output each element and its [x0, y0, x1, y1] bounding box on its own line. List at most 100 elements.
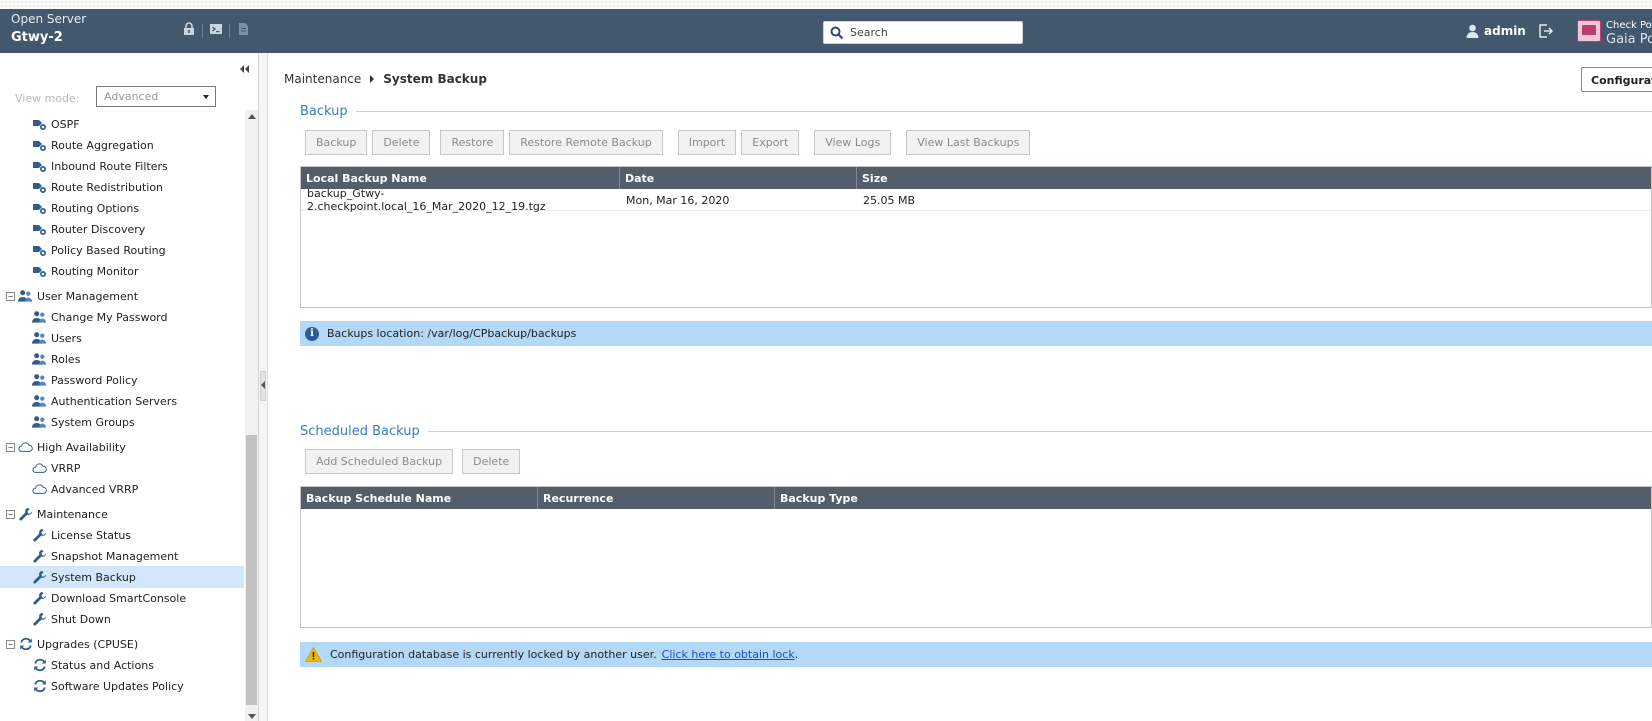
- collapse-toggle-icon[interactable]: −: [6, 509, 15, 519]
- sidebar-item-label: Policy Based Routing: [51, 243, 166, 257]
- sidebar-item-users[interactable]: Users: [0, 327, 244, 349]
- sidebar-item-upgrades-cpuse[interactable]: − Upgrades (CPUSE): [0, 633, 244, 655]
- table-cell: Mon, Mar 16, 2020: [626, 193, 730, 207]
- navigation-tree: OSPF Route Aggregation Inbound Route Filte…: [0, 110, 244, 721]
- terminal-icon[interactable]: [209, 22, 223, 39]
- scheduled-table: Backup Schedule Name Recurrence Backup Typ…: [300, 486, 1652, 628]
- column-header-local-backup-name[interactable]: Local Backup Name: [301, 167, 620, 189]
- sidebar-item-change-my-password[interactable]: Change My Password: [0, 306, 244, 328]
- view-logs-button[interactable]: View Logs: [814, 130, 892, 155]
- sidebar-item-download-smartconsole[interactable]: Download SmartConsole: [0, 587, 244, 609]
- user-menu[interactable]: admin: [1466, 24, 1526, 38]
- sidebar: View mode: Advanced OSPF Route Aggregatio…: [0, 53, 259, 721]
- column-header-backup-schedule-name[interactable]: Backup Schedule Name: [301, 487, 538, 509]
- sidebar-scrollbar[interactable]: [245, 110, 258, 721]
- sidebar-item-routing-options[interactable]: Routing Options: [0, 197, 244, 219]
- delete-button[interactable]: Delete: [372, 130, 431, 155]
- sidebar-item-user-management[interactable]: − User Management: [0, 285, 244, 307]
- users-icon: [32, 352, 47, 367]
- sidebar-item-label: Maintenance: [37, 507, 108, 521]
- lock-icon[interactable]: [182, 22, 196, 39]
- search-input[interactable]: [848, 24, 1018, 41]
- sidebar-item-routing-monitor[interactable]: Routing Monitor: [0, 260, 244, 282]
- scroll-down-icon[interactable]: [248, 714, 256, 719]
- sidebar-item-ospf[interactable]: OSPF: [0, 113, 244, 135]
- scheduled-section-title: Scheduled Backup: [300, 424, 428, 439]
- warning-icon: [305, 647, 322, 662]
- breadcrumb-current: System Backup: [383, 72, 487, 86]
- sidebar-item-password-policy[interactable]: Password Policy: [0, 369, 244, 391]
- header-toolbar: [182, 22, 250, 39]
- sidebar-item-label: Routing Options: [51, 201, 140, 215]
- restore-remote-backup-button[interactable]: Restore Remote Backup: [509, 130, 663, 155]
- column-header-date[interactable]: Date: [620, 167, 857, 189]
- sidebar-item-snapshot-management[interactable]: Snapshot Management: [0, 545, 244, 567]
- sidebar-item-software-updates-policy[interactable]: Software Updates Policy: [0, 675, 244, 697]
- sidebar-item-inbound-route-filters[interactable]: Inbound Route Filters: [0, 155, 244, 177]
- sidebar-item-route-aggregation[interactable]: Route Aggregation: [0, 134, 244, 156]
- table-body: backup_Gtwy-2.checkpoint.local_16_Mar_20…: [301, 187, 1651, 213]
- refresh-icon: [32, 679, 47, 694]
- wrench-icon: [32, 549, 47, 564]
- sidebar-item-advanced-vrrp[interactable]: Advanced VRRP: [0, 478, 244, 500]
- search-box[interactable]: [823, 21, 1023, 44]
- column-header-recurrence[interactable]: Recurrence: [538, 487, 775, 509]
- sidebar-item-route-redistribution[interactable]: Route Redistribution: [0, 176, 244, 198]
- sidebar-item-label: Inbound Route Filters: [51, 159, 168, 173]
- sidebar-item-roles[interactable]: Roles: [0, 348, 244, 370]
- table-row[interactable]: backup_Gtwy-2.checkpoint.local_16_Mar_20…: [301, 187, 1651, 213]
- view-mode-label: View mode:: [15, 92, 80, 105]
- scrollbar-thumb[interactable]: [246, 435, 257, 705]
- breadcrumb-parent[interactable]: Maintenance: [284, 72, 361, 86]
- logout-icon[interactable]: [1538, 23, 1554, 42]
- configuration-button[interactable]: Configuration: [1581, 67, 1652, 92]
- panel-splitter[interactable]: [259, 53, 268, 721]
- sidebar-item-label: High Availability: [37, 440, 126, 454]
- view-mode-select[interactable]: Advanced: [96, 86, 216, 107]
- sidebar-item-license-status[interactable]: License Status: [0, 524, 244, 546]
- collapse-toggle-icon[interactable]: −: [6, 639, 15, 649]
- document-icon[interactable]: [236, 22, 250, 39]
- sidebar-item-label: Change My Password: [51, 310, 168, 324]
- sidebar-item-label: Password Policy: [51, 373, 138, 387]
- top-header: Open Server Gtwy-2 admin Check Point Gai…: [0, 9, 1652, 53]
- sidebar-item-label: OSPF: [51, 117, 80, 131]
- obtain-lock-link[interactable]: Click here to obtain lock: [662, 648, 795, 661]
- sidebar-item-router-discovery[interactable]: Router Discovery: [0, 218, 244, 240]
- main-content: Maintenance System Backup Configuration …: [269, 53, 1652, 721]
- sidebar-item-shut-down[interactable]: Shut Down: [0, 608, 244, 630]
- section-divider: [300, 431, 1652, 432]
- refresh-icon: [18, 637, 33, 652]
- add-scheduled-backup-button[interactable]: Add Scheduled Backup: [305, 449, 454, 474]
- sidebar-item-system-backup[interactable]: System Backup: [0, 566, 244, 588]
- sidebar-item-label: Routing Monitor: [51, 264, 139, 278]
- backup-button[interactable]: Backup: [305, 130, 368, 155]
- scroll-up-icon[interactable]: [248, 114, 256, 119]
- users-icon: [32, 331, 47, 346]
- sidebar-item-high-availability[interactable]: − High Availability: [0, 436, 244, 458]
- sidebar-item-status-and-actions[interactable]: Status and Actions: [0, 654, 244, 676]
- splitter-grip-icon[interactable]: [260, 371, 266, 401]
- export-button[interactable]: Export: [741, 130, 800, 155]
- collapse-toggle-icon[interactable]: −: [6, 442, 15, 452]
- view-mode-value: Advanced: [104, 90, 159, 103]
- sidebar-item-system-groups[interactable]: System Groups: [0, 411, 244, 433]
- collapse-sidebar-icon[interactable]: [240, 63, 249, 76]
- users-icon: [32, 310, 47, 325]
- collapse-toggle-icon[interactable]: −: [6, 291, 15, 301]
- column-header-backup-type[interactable]: Backup Type: [775, 487, 1651, 509]
- brand-logo-icon: [1577, 20, 1601, 42]
- sidebar-item-authentication-servers[interactable]: Authentication Servers: [0, 390, 244, 412]
- restore-button[interactable]: Restore: [440, 130, 505, 155]
- sidebar-item-label: Shut Down: [51, 612, 111, 626]
- table-cell: 25.05 MB: [863, 193, 916, 207]
- column-header-size[interactable]: Size: [857, 167, 1651, 189]
- import-button[interactable]: Import: [677, 130, 737, 155]
- delete-button[interactable]: Delete: [462, 449, 521, 474]
- sidebar-item-vrrp[interactable]: VRRP: [0, 457, 244, 479]
- sidebar-item-maintenance[interactable]: − Maintenance: [0, 503, 244, 525]
- route-icon: [32, 243, 47, 258]
- gateway-name: Gtwy-2: [11, 30, 63, 45]
- view-last-backups-button[interactable]: View Last Backups: [906, 130, 1031, 155]
- sidebar-item-policy-based-routing[interactable]: Policy Based Routing: [0, 239, 244, 261]
